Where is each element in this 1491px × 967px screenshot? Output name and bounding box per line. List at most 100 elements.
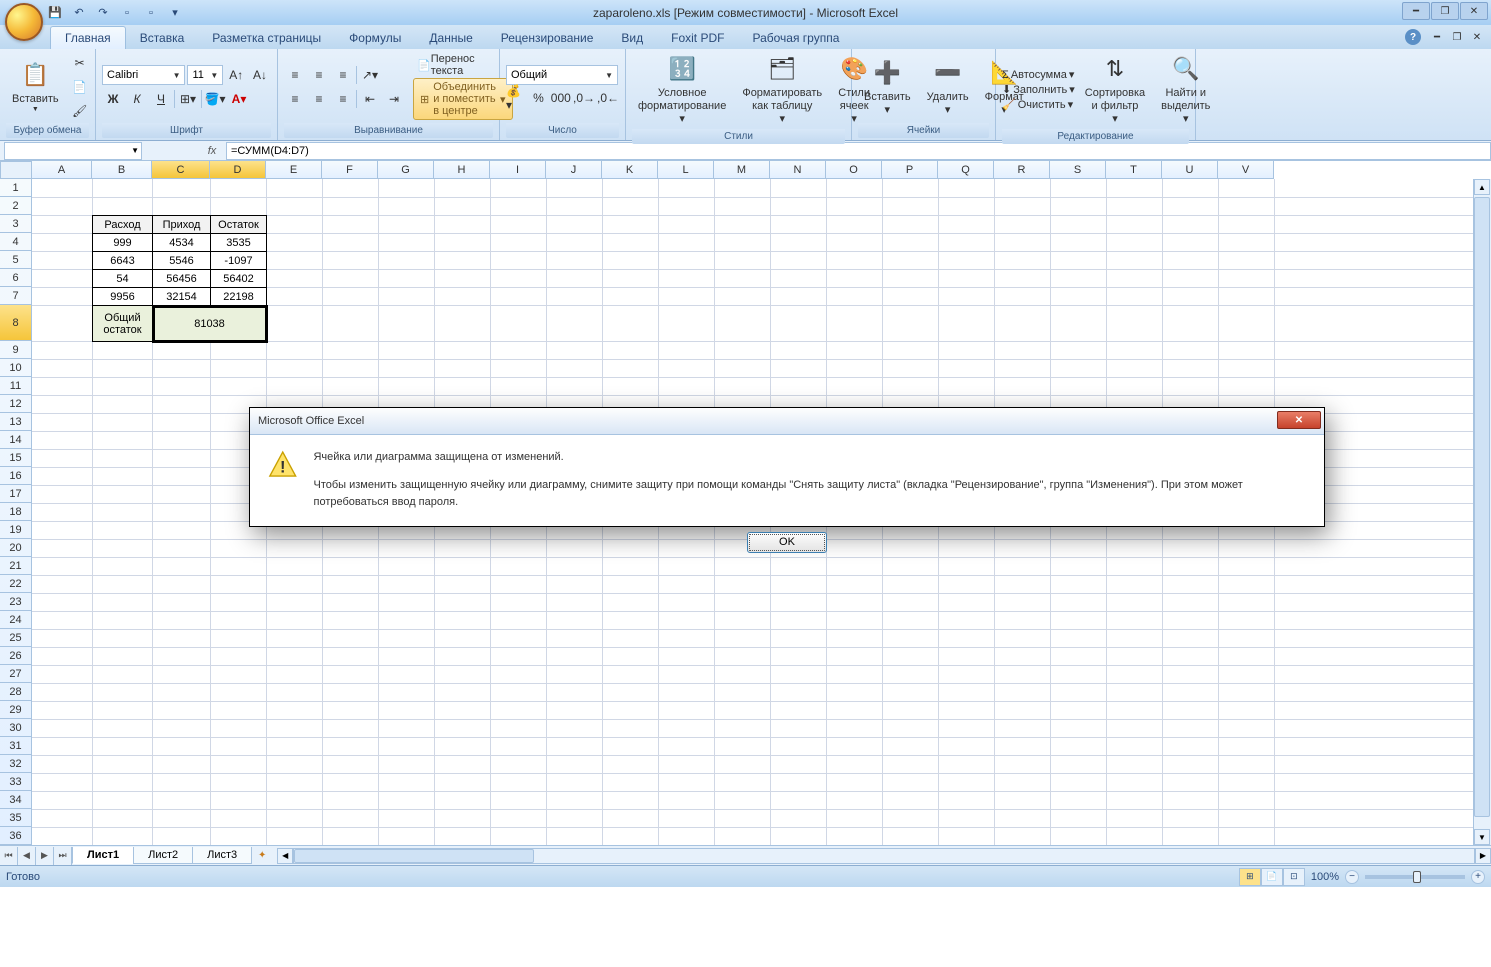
row-header[interactable]: 6 [0, 269, 32, 287]
office-button[interactable] [5, 3, 43, 41]
align-center-icon[interactable]: ≡ [308, 88, 330, 110]
workbook-close-icon[interactable]: ✕ [1469, 30, 1485, 44]
tab-formulas[interactable]: Формулы [335, 27, 415, 49]
help-icon[interactable]: ? [1405, 29, 1421, 45]
row-header[interactable]: 28 [0, 683, 32, 701]
total-label-cell[interactable]: Общий остаток [93, 306, 153, 342]
fill-button[interactable]: ⬇ Заполнить ▾ [1002, 83, 1075, 96]
row-header[interactable]: 30 [0, 719, 32, 737]
decrease-indent-icon[interactable]: ⇤ [359, 88, 381, 110]
insert-cells-button[interactable]: ➕Вставить▾ [858, 55, 917, 119]
orientation-icon[interactable]: ↗▾ [359, 64, 381, 86]
row-header[interactable]: 7 [0, 287, 32, 305]
row-header[interactable]: 36 [0, 827, 32, 845]
zoom-in-icon[interactable]: + [1471, 870, 1485, 884]
row-header[interactable]: 9 [0, 341, 32, 359]
wrap-text-button[interactable]: 📄 Перенос текста [413, 54, 513, 76]
row-header[interactable]: 25 [0, 629, 32, 647]
table-cell[interactable]: 54 [93, 270, 153, 288]
row-header[interactable]: 19 [0, 521, 32, 539]
delete-cells-button[interactable]: ➖Удалить▾ [921, 55, 975, 119]
prev-sheet-icon[interactable]: ◀ [18, 847, 36, 865]
scroll-left-icon[interactable]: ◀ [277, 848, 293, 864]
table-cell[interactable]: 32154 [153, 288, 211, 306]
row-header[interactable]: 3 [0, 215, 32, 233]
row-header[interactable]: 32 [0, 755, 32, 773]
sort-filter-button[interactable]: ⇅Сортировка и фильтр▾ [1079, 51, 1151, 129]
sheet-tab-2[interactable]: Лист2 [133, 847, 193, 864]
column-header[interactable]: A [32, 161, 92, 179]
row-header[interactable]: 33 [0, 773, 32, 791]
scroll-up-icon[interactable]: ▲ [1474, 179, 1490, 195]
table-cell[interactable]: 56402 [211, 270, 267, 288]
bold-icon[interactable]: Ж [102, 88, 124, 110]
select-all-corner[interactable] [0, 161, 32, 179]
redo-icon[interactable]: ↷ [94, 4, 112, 22]
underline-icon[interactable]: Ч [150, 88, 172, 110]
table-cell[interactable]: 56456 [153, 270, 211, 288]
row-header[interactable]: 8 [0, 305, 32, 341]
row-header[interactable]: 21 [0, 557, 32, 575]
row-header[interactable]: 35 [0, 809, 32, 827]
thousands-icon[interactable]: 000 [551, 87, 571, 109]
column-header[interactable]: B [92, 161, 152, 179]
last-sheet-icon[interactable]: ⏭ [54, 847, 72, 865]
zoom-slider[interactable] [1365, 875, 1465, 879]
insert-sheet-icon[interactable]: ✦ [251, 848, 273, 864]
table-cell[interactable]: 3535 [211, 234, 267, 252]
row-header[interactable]: 31 [0, 737, 32, 755]
sheet-tab-3[interactable]: Лист3 [192, 847, 252, 864]
font-name-combo[interactable]: Calibri▼ [102, 65, 185, 85]
vscroll-thumb[interactable] [1474, 197, 1490, 817]
column-header[interactable]: P [882, 161, 938, 179]
qat-icon[interactable]: ▫ [118, 4, 136, 22]
zoom-thumb[interactable] [1413, 871, 1421, 883]
fx-button[interactable]: fx [202, 142, 222, 160]
dialog-close-button[interactable]: ✕ [1277, 411, 1321, 429]
percent-icon[interactable]: % [528, 87, 548, 109]
conditional-format-button[interactable]: 🔢Условное форматирование▾ [632, 51, 732, 129]
table-cell[interactable]: 5546 [153, 252, 211, 270]
formula-input[interactable]: =СУММ(D4:D7) [226, 142, 1491, 160]
table-cell[interactable]: 6643 [93, 252, 153, 270]
row-header[interactable]: 22 [0, 575, 32, 593]
row-header[interactable]: 10 [0, 359, 32, 377]
normal-view-icon[interactable]: ⊞ [1239, 868, 1261, 886]
borders-icon[interactable]: ⊞▾ [177, 88, 199, 110]
row-header[interactable]: 12 [0, 395, 32, 413]
row-header[interactable]: 23 [0, 593, 32, 611]
table-cell[interactable]: 4534 [153, 234, 211, 252]
tab-insert[interactable]: Вставка [126, 27, 199, 49]
dialog-title-bar[interactable]: Microsoft Office Excel ✕ [250, 408, 1324, 435]
column-header[interactable]: M [714, 161, 770, 179]
column-header[interactable]: S [1050, 161, 1106, 179]
scroll-down-icon[interactable]: ▼ [1474, 829, 1490, 845]
row-header[interactable]: 18 [0, 503, 32, 521]
grow-font-icon[interactable]: A↑ [225, 64, 247, 86]
column-header[interactable]: G [378, 161, 434, 179]
workbook-minimize-icon[interactable]: ━ [1429, 30, 1445, 44]
column-header[interactable]: O [826, 161, 882, 179]
table-header[interactable]: Приход [153, 216, 211, 234]
tab-view[interactable]: Вид [607, 27, 657, 49]
column-header[interactable]: K [602, 161, 658, 179]
next-sheet-icon[interactable]: ▶ [36, 847, 54, 865]
column-header[interactable]: L [658, 161, 714, 179]
hscroll-thumb[interactable] [294, 849, 534, 863]
row-header[interactable]: 11 [0, 377, 32, 395]
row-header[interactable]: 29 [0, 701, 32, 719]
format-as-table-button[interactable]: 🗂Форматировать как таблицу▾ [736, 51, 828, 129]
table-cell[interactable]: 999 [93, 234, 153, 252]
first-sheet-icon[interactable]: ⏮ [0, 847, 18, 865]
shrink-font-icon[interactable]: A↓ [249, 64, 271, 86]
tab-foxit[interactable]: Foxit PDF [657, 27, 738, 49]
total-value-cell[interactable]: 81038 [153, 306, 267, 342]
column-header[interactable]: Q [938, 161, 994, 179]
row-header[interactable]: 34 [0, 791, 32, 809]
table-cell[interactable]: -1097 [211, 252, 267, 270]
copy-icon[interactable]: 📄 [69, 76, 91, 98]
tab-page-layout[interactable]: Разметка страницы [198, 27, 335, 49]
column-header[interactable]: R [994, 161, 1050, 179]
format-painter-icon[interactable]: 🖌 [69, 100, 91, 122]
fill-color-icon[interactable]: 🪣▾ [204, 88, 226, 110]
